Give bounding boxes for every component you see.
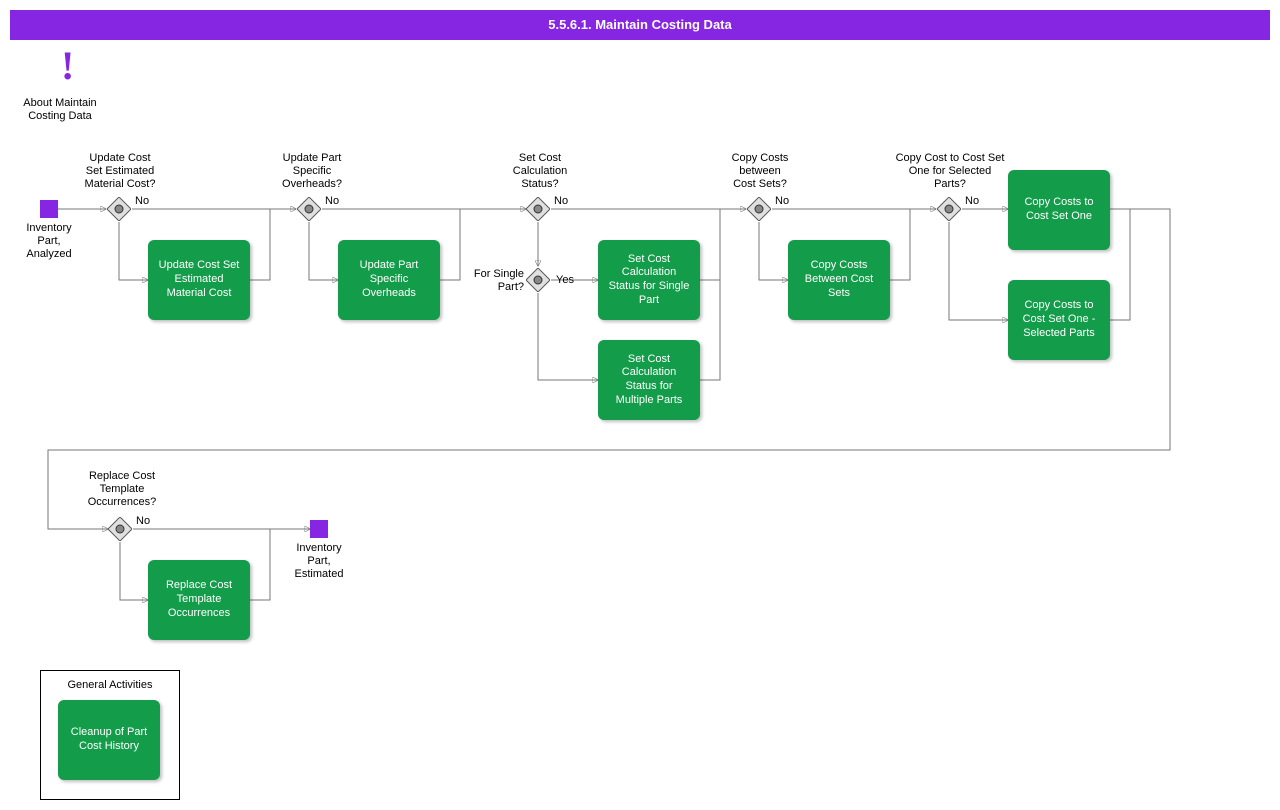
gateway1[interactable] — [107, 197, 131, 221]
gateway3sub-question: For Single Part? — [468, 268, 524, 294]
info-icon[interactable]: ! — [61, 46, 74, 86]
gateway1-question: Update Cost Set Estimated Material Cost? — [70, 152, 170, 192]
start-event-label: Inventory Part, Analyzed — [20, 222, 78, 262]
gateway4-no: No — [775, 195, 789, 208]
gateway1-no: No — [135, 195, 149, 208]
activity-copy-costs-cost-set-one-selected[interactable]: Copy Costs to Cost Set One - Selected Pa… — [1008, 280, 1110, 360]
gateway6[interactable] — [108, 517, 132, 541]
activity-copy-costs-between-cost-sets[interactable]: Copy Costs Between Cost Sets — [788, 240, 890, 320]
gateway6-no: No — [136, 515, 150, 528]
gateway5-question: Copy Cost to Cost Set One for Selected P… — [880, 152, 1020, 192]
activity-set-cost-calc-status-multiple[interactable]: Set Cost Calculation Status for Multiple… — [598, 340, 700, 420]
activity-replace-cost-template-occurrences[interactable]: Replace Cost Template Occurrences — [148, 560, 250, 640]
diagram-canvas: 5.5.6.1. Maintain Costing Data ! About M… — [0, 0, 1280, 810]
end-event[interactable] — [310, 520, 328, 538]
page-title-bar: 5.5.6.1. Maintain Costing Data — [10, 10, 1270, 40]
activity-update-part-specific-overheads[interactable]: Update Part Specific Overheads — [338, 240, 440, 320]
end-event-label: Inventory Part, Estimated — [290, 542, 348, 582]
gateway2-question: Update Part Specific Overheads? — [262, 152, 362, 192]
gateway3[interactable] — [526, 197, 550, 221]
gateway3-no: No — [554, 195, 568, 208]
gateway3-question: Set Cost Calculation Status? — [490, 152, 590, 192]
group-title: General Activities — [41, 671, 179, 691]
activity-cleanup-part-cost-history[interactable]: Cleanup of Part Cost History — [58, 700, 160, 780]
gateway2-no: No — [325, 195, 339, 208]
activity-set-cost-calc-status-single[interactable]: Set Cost Calculation Status for Single P… — [598, 240, 700, 320]
start-event[interactable] — [40, 200, 58, 218]
gateway5[interactable] — [937, 197, 961, 221]
gateway3sub-yes: Yes — [556, 274, 574, 287]
about-label[interactable]: About Maintain Costing Data — [16, 97, 104, 123]
gateway6-question: Replace Cost Template Occurrences? — [72, 470, 172, 510]
gateway4-question: Copy Costs between Cost Sets? — [710, 152, 810, 192]
gateway3sub[interactable] — [526, 268, 550, 292]
activity-update-cost-set-estimated-material-cost[interactable]: Update Cost Set Estimated Material Cost — [148, 240, 250, 320]
gateway4[interactable] — [747, 197, 771, 221]
page-title: 5.5.6.1. Maintain Costing Data — [548, 17, 732, 32]
gateway5-no: No — [965, 195, 979, 208]
activity-copy-costs-cost-set-one[interactable]: Copy Costs to Cost Set One — [1008, 170, 1110, 250]
gateway2[interactable] — [297, 197, 321, 221]
